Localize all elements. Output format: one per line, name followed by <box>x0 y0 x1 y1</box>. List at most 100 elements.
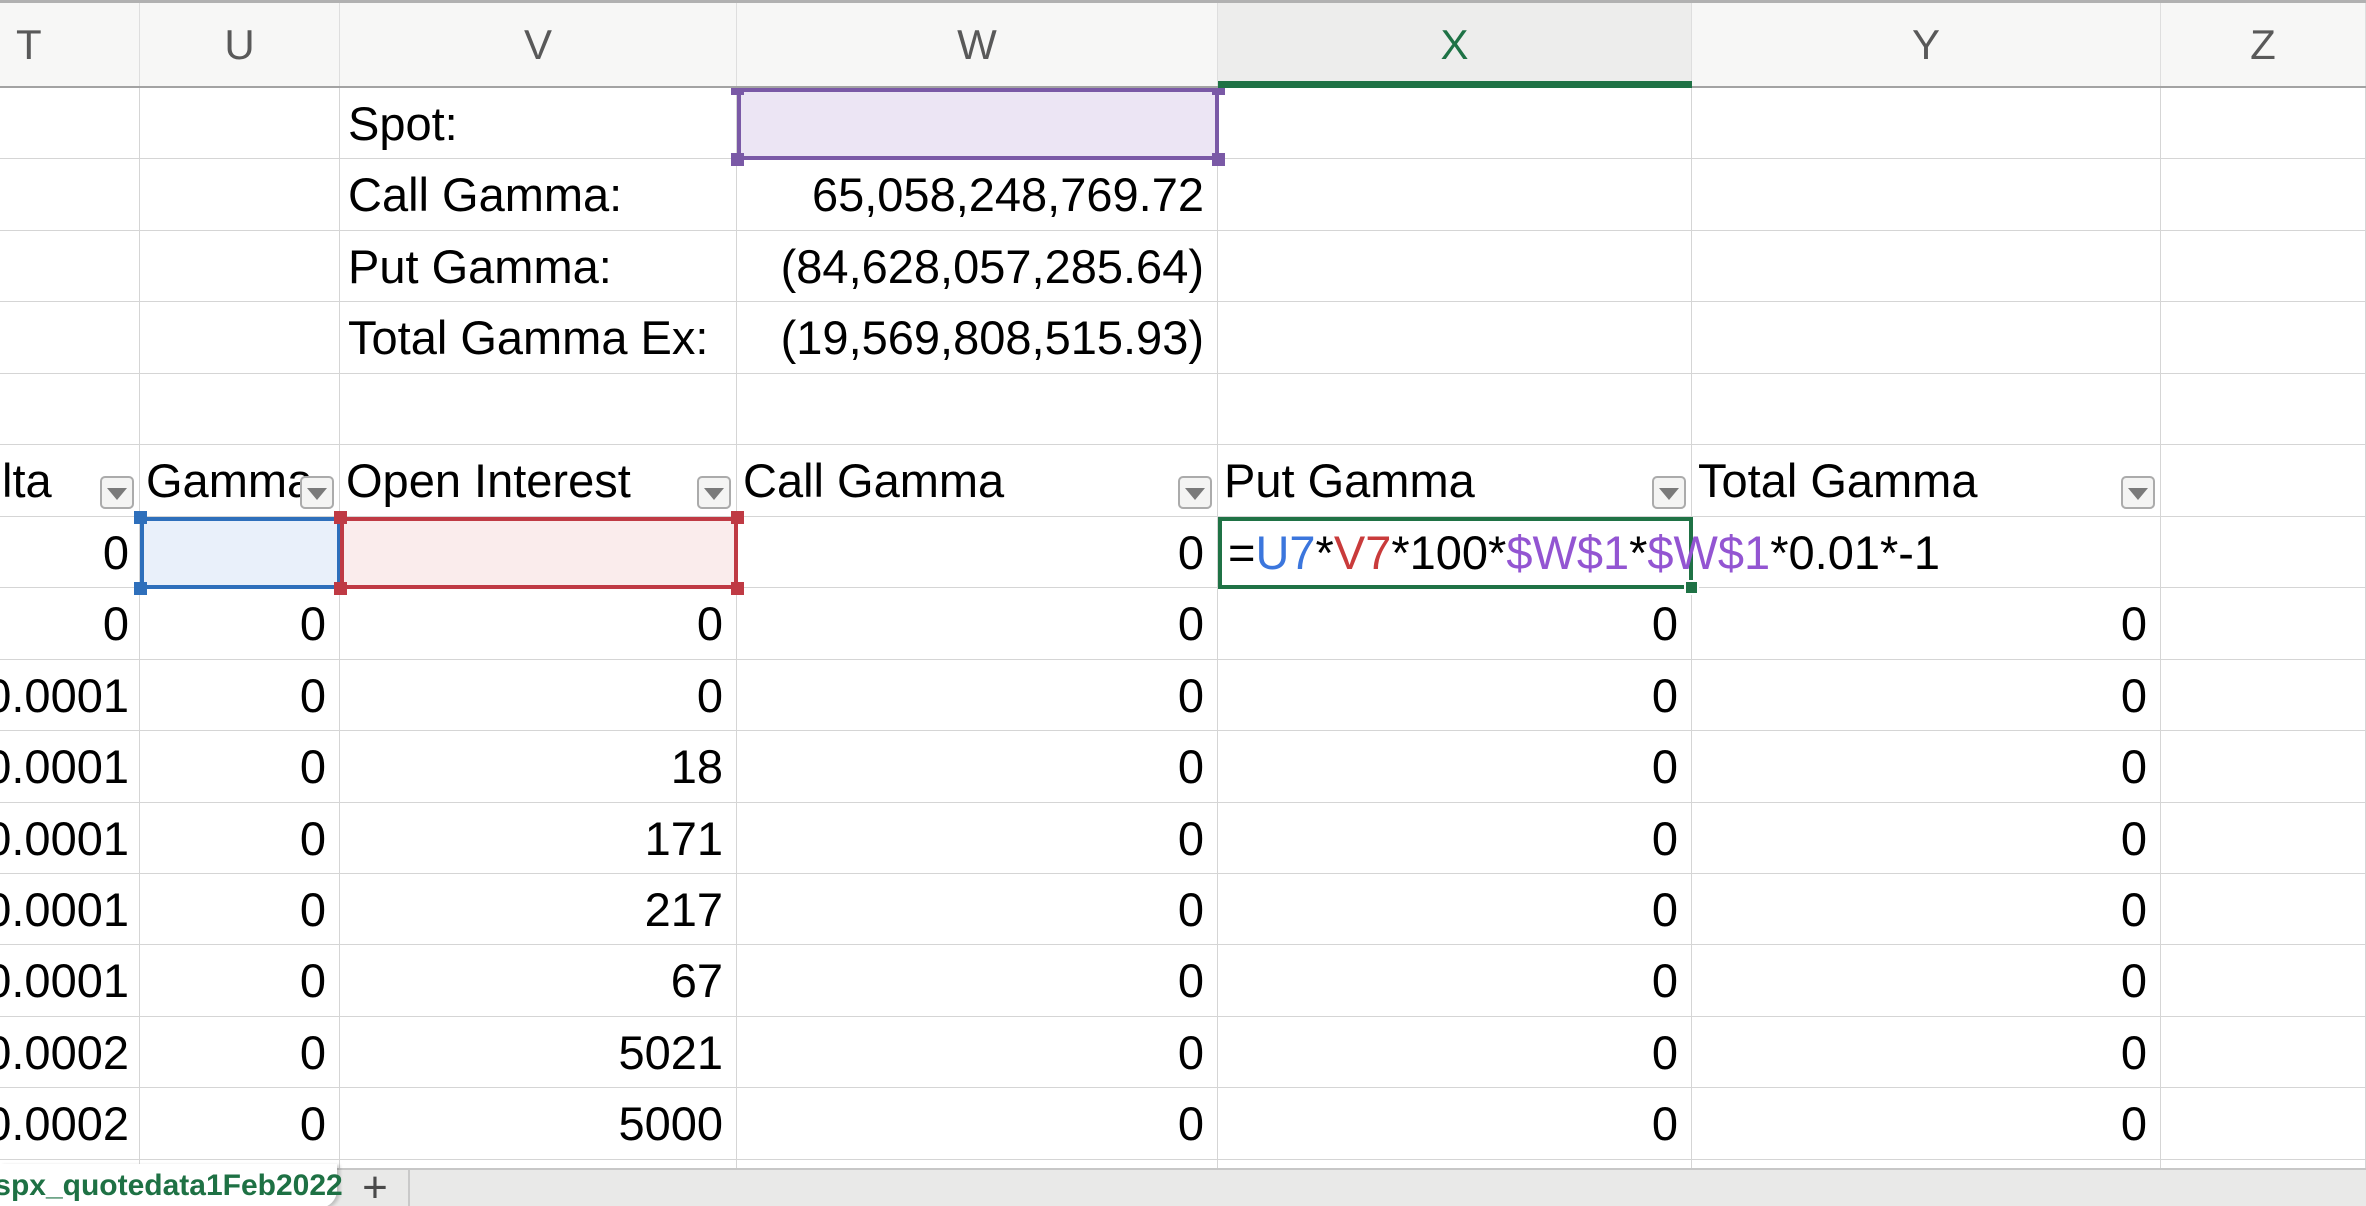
cell-Y5[interactable] <box>1692 374 2161 445</box>
cell-V13[interactable]: 67 <box>340 945 737 1017</box>
cell-T10[interactable]: 0.0001 <box>0 731 140 803</box>
cell-V4[interactable]: Total Gamma Ex: <box>340 302 737 374</box>
cell-U11[interactable]: 0 <box>140 803 340 874</box>
cell-X6[interactable]: Put Gamma <box>1218 445 1692 517</box>
cell-U2[interactable] <box>140 159 340 231</box>
cell-W16[interactable] <box>737 1160 1218 1168</box>
cell-X3[interactable] <box>1218 231 1692 302</box>
cell-V8[interactable]: 0 <box>340 588 737 660</box>
column-header-T[interactable]: T <box>0 3 140 86</box>
cell-Y11[interactable]: 0 <box>1692 803 2161 874</box>
cell-U1[interactable] <box>140 88 340 159</box>
cell-U3[interactable] <box>140 231 340 302</box>
cell-Y1[interactable] <box>1692 88 2161 159</box>
cell-X10[interactable]: 0 <box>1218 731 1692 803</box>
cell-W11[interactable]: 0 <box>737 803 1218 874</box>
cell-X1[interactable] <box>1218 88 1692 159</box>
cell-V2[interactable]: Call Gamma: <box>340 159 737 231</box>
cell-V12[interactable]: 217 <box>340 874 737 945</box>
cell-V14[interactable]: 5021 <box>340 1017 737 1088</box>
cell-T3[interactable] <box>0 231 140 302</box>
cell-Y13[interactable]: 0 <box>1692 945 2161 1017</box>
cell-T14[interactable]: 0.0002 <box>0 1017 140 1088</box>
cell-T1[interactable] <box>0 88 140 159</box>
cell-Y2[interactable] <box>1692 159 2161 231</box>
cell-W15[interactable]: 0 <box>737 1088 1218 1160</box>
cell-V3[interactable]: Put Gamma: <box>340 231 737 302</box>
cell-Z8[interactable] <box>2161 588 2366 660</box>
cell-W4[interactable]: (19,569,808,515.93) <box>737 302 1218 374</box>
cell-W7[interactable]: 0 <box>737 517 1218 588</box>
formula-editor[interactable]: =U7*V7*100*$W$1*$W$1*0.01*-1 <box>1228 517 1940 588</box>
column-header-U[interactable]: U <box>140 3 340 86</box>
column-header-Z[interactable]: Z <box>2161 3 2366 86</box>
cell-X15[interactable]: 0 <box>1218 1088 1692 1160</box>
cell-T5[interactable] <box>0 374 140 445</box>
cell-U8[interactable]: 0 <box>140 588 340 660</box>
cell-X2[interactable] <box>1218 159 1692 231</box>
cell-Y9[interactable]: 0 <box>1692 660 2161 731</box>
cell-V15[interactable]: 5000 <box>340 1088 737 1160</box>
filter-button-W[interactable] <box>1178 476 1212 509</box>
cell-Y10[interactable]: 0 <box>1692 731 2161 803</box>
filter-button-X[interactable] <box>1652 476 1686 509</box>
cell-Z5[interactable] <box>2161 374 2366 445</box>
cell-T15[interactable]: 0.0002 <box>0 1088 140 1160</box>
cell-U10[interactable]: 0 <box>140 731 340 803</box>
cell-U12[interactable]: 0 <box>140 874 340 945</box>
cell-T7[interactable]: 0 <box>0 517 140 588</box>
cell-T13[interactable]: 0.0001 <box>0 945 140 1017</box>
cell-X13[interactable]: 0 <box>1218 945 1692 1017</box>
cell-Z12[interactable] <box>2161 874 2366 945</box>
cell-Y12[interactable]: 0 <box>1692 874 2161 945</box>
cell-Z3[interactable] <box>2161 231 2366 302</box>
filter-button-U[interactable] <box>300 476 334 509</box>
cell-Z16[interactable] <box>2161 1160 2366 1168</box>
cell-X9[interactable]: 0 <box>1218 660 1692 731</box>
cell-V9[interactable]: 0 <box>340 660 737 731</box>
cell-U14[interactable]: 0 <box>140 1017 340 1088</box>
cell-T6[interactable]: lta <box>0 445 140 517</box>
cell-Z6[interactable] <box>2161 445 2366 517</box>
cell-Z9[interactable] <box>2161 660 2366 731</box>
cell-T11[interactable]: 0.0001 <box>0 803 140 874</box>
cell-Y8[interactable]: 0 <box>1692 588 2161 660</box>
cell-V5[interactable] <box>340 374 737 445</box>
cell-Z4[interactable] <box>2161 302 2366 374</box>
cell-W5[interactable] <box>737 374 1218 445</box>
cell-U9[interactable]: 0 <box>140 660 340 731</box>
cell-U4[interactable] <box>140 302 340 374</box>
cell-W12[interactable]: 0 <box>737 874 1218 945</box>
cell-V10[interactable]: 18 <box>340 731 737 803</box>
cell-X5[interactable] <box>1218 374 1692 445</box>
cell-X4[interactable] <box>1218 302 1692 374</box>
cell-T2[interactable] <box>0 159 140 231</box>
filter-button-V[interactable] <box>697 476 731 509</box>
cell-W6[interactable]: Call Gamma <box>737 445 1218 517</box>
cell-W2[interactable]: 65,058,248,769.72 <box>737 159 1218 231</box>
cell-T8[interactable]: 0 <box>0 588 140 660</box>
cell-V6[interactable]: Open Interest <box>340 445 737 517</box>
cell-Z1[interactable] <box>2161 88 2366 159</box>
cell-Y6[interactable]: Total Gamma <box>1692 445 2161 517</box>
cell-Z7[interactable] <box>2161 517 2366 588</box>
cell-T12[interactable]: 0.0001 <box>0 874 140 945</box>
cell-X14[interactable]: 0 <box>1218 1017 1692 1088</box>
cell-X11[interactable]: 0 <box>1218 803 1692 874</box>
cell-Z14[interactable] <box>2161 1017 2366 1088</box>
cell-Z2[interactable] <box>2161 159 2366 231</box>
cell-X12[interactable]: 0 <box>1218 874 1692 945</box>
cell-X16[interactable] <box>1218 1160 1692 1168</box>
cell-U6[interactable]: Gamma <box>140 445 340 517</box>
cell-V16[interactable] <box>340 1160 737 1168</box>
cell-Y4[interactable] <box>1692 302 2161 374</box>
cell-Y3[interactable] <box>1692 231 2161 302</box>
cell-V1[interactable]: Spot: <box>340 88 737 159</box>
cell-Y16[interactable] <box>1692 1160 2161 1168</box>
column-header-W[interactable]: W <box>737 3 1218 86</box>
cell-W14[interactable]: 0 <box>737 1017 1218 1088</box>
cell-X8[interactable]: 0 <box>1218 588 1692 660</box>
column-header-X[interactable]: X <box>1218 3 1692 86</box>
cell-T4[interactable] <box>0 302 140 374</box>
column-header-V[interactable]: V <box>340 3 737 86</box>
